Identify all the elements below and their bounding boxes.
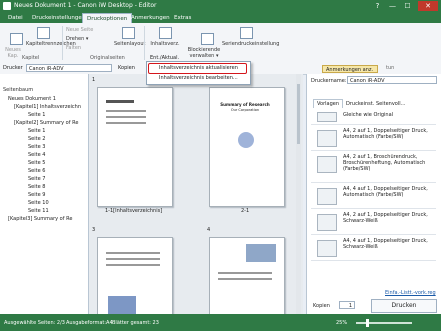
duplex-icon <box>317 240 337 257</box>
rotate-button[interactable]: Drehen ▾ <box>66 36 88 42</box>
settings-list-item[interactable]: A4, 2 auf 1, Doppelseitiger Druck, Schwa… <box>311 210 436 235</box>
ribbon-separator <box>62 26 63 60</box>
group-label-original: Originalseiten <box>90 55 125 61</box>
maximize-button[interactable]: ☐ <box>401 1 414 11</box>
toc-icon <box>158 27 172 39</box>
copies-input[interactable]: 1 <box>339 301 355 309</box>
settings-list-item[interactable]: Gleiche wie Original <box>311 110 436 125</box>
zoom-slider-handle[interactable] <box>366 319 369 327</box>
tree-page[interactable]: Seite 5 <box>28 160 45 166</box>
group-label-kapitel: Kapitel <box>22 55 40 61</box>
tree-chapter[interactable]: [Kapitel1] Inhaltsverzeichn <box>14 104 81 110</box>
fold-button[interactable]: Falten <box>66 45 81 51</box>
page-thumbnail[interactable]: Summary of Research Our Corporation <box>209 87 285 207</box>
page-label: 1-1[Inhaltsverzeichnis] <box>105 208 163 214</box>
printer-label: Drucker <box>3 65 23 71</box>
page-number: 4 <box>207 227 211 233</box>
page-layout-icon <box>121 27 135 39</box>
logo-icon <box>238 132 254 148</box>
duplex-icon <box>317 130 337 147</box>
page-layout-button[interactable]: Seitenlayout <box>114 27 145 47</box>
minimize-button[interactable]: — <box>386 1 399 11</box>
total-sheets-status: Blätter gesamt: 23 <box>112 320 159 326</box>
title-bar: Neues Dokument 1 - Canon iW Desktop - Ed… <box>0 0 441 12</box>
tree-page[interactable]: Seite 1 <box>28 128 45 134</box>
settings-pane: Druckername: Canon iR-ADV Vorlagen Druck… <box>306 74 441 314</box>
tree-root[interactable]: Neues Dokument 1 <box>8 96 56 102</box>
tree-chapter[interactable]: [Kapitel3] Summary of Re <box>8 216 72 222</box>
help-button[interactable]: ? <box>371 1 384 11</box>
tab-anmerkungen[interactable]: Anmerkungen <box>127 13 174 23</box>
toc-button[interactable]: Inhaltsverz. <box>150 27 180 47</box>
new-page-button[interactable]: Neue Seite <box>66 27 93 33</box>
tree-page[interactable]: Seite 9 <box>28 192 45 198</box>
ribbon-separator <box>144 26 145 60</box>
register-link[interactable]: Einfa.-Listt.-vork.reg <box>385 290 436 296</box>
chapter-separator-button[interactable]: Kapiteltrennzeichen <box>26 27 76 47</box>
tree-page[interactable]: Seite 11 <box>28 208 49 214</box>
toolbar-extra: tun <box>386 65 395 71</box>
tree-page[interactable]: Seite 8 <box>28 184 45 190</box>
page-tree-pane: Seitenbaum Neues Dokument 1 [Kapitel1] I… <box>0 74 89 314</box>
copies-label: Kopien <box>118 65 135 71</box>
tree-page[interactable]: Seite 7 <box>28 176 45 182</box>
ribbon-tabs: Datei Druckeinstellungen Druckoptionen A… <box>0 12 441 24</box>
page-thumbnail[interactable] <box>209 237 285 314</box>
photo-icon <box>246 244 276 262</box>
tree-page[interactable]: Seite 2 <box>28 136 45 142</box>
tree-chapter[interactable]: [Kapitel2] Summary of Re <box>14 120 78 126</box>
tab-datei[interactable]: Datei <box>4 13 27 23</box>
new-chapter-button[interactable]: Neues Kap. <box>4 27 24 65</box>
settings-list-item[interactable]: A4, 2 auf 1, Broschürendruck, Broschüren… <box>311 152 436 183</box>
close-button[interactable]: ✕ <box>418 1 438 11</box>
tree-page[interactable]: Seite 1 <box>28 112 45 118</box>
zoom-slider[interactable] <box>356 319 412 327</box>
tab-druckeinstellungen[interactable]: Druckeinstellungen <box>28 13 89 23</box>
booklet-icon <box>317 156 337 173</box>
page-number: 3 <box>92 227 96 233</box>
merge-print-button[interactable]: Seriendruckeinstellung <box>222 27 279 47</box>
photo-icon <box>108 296 136 314</box>
page-tree-header: Seitenbaum <box>3 87 34 93</box>
chapter-separator-icon <box>36 27 50 39</box>
settings-list-item[interactable]: A4, 4 auf 1, Doppelseitiger Druck, Autom… <box>311 184 436 209</box>
tab-templates[interactable]: Vorlagen <box>313 99 344 108</box>
printer-name-select[interactable]: Canon iR-ADV <box>347 76 437 84</box>
blocking-manage-button[interactable]: Blockierende verwalten ▾ <box>187 27 221 65</box>
duplex-icon <box>317 214 337 231</box>
merge-print-icon <box>239 27 253 39</box>
settings-list-item[interactable]: A4, 4 auf 1, Doppelseitiger Druck, Schwa… <box>311 236 436 261</box>
ribbon: Neues Kap. Kapiteltrennzeichen Kapitel N… <box>0 23 441 64</box>
tab-page-layout[interactable]: Seitenvoll... <box>373 100 408 108</box>
tree-page[interactable]: Seite 10 <box>28 200 49 206</box>
printer-select[interactable]: Canon iR-ADV <box>26 64 112 72</box>
zoom-level: 25% <box>336 320 348 326</box>
page-label: 2-1 <box>241 208 250 214</box>
page-number: 1 <box>92 77 96 83</box>
tab-extras[interactable]: Extras <box>170 13 195 23</box>
show-annotations-button[interactable]: Anmerkungen anz. <box>322 65 378 73</box>
duplex-icon <box>317 188 337 205</box>
tree-page[interactable]: Seite 6 <box>28 168 45 174</box>
app-icon <box>3 2 11 10</box>
page-thumbnail[interactable] <box>97 87 173 207</box>
tree-page[interactable]: Seite 4 <box>28 152 45 158</box>
blocking-icon <box>200 33 214 45</box>
new-chapter-icon <box>10 33 24 45</box>
page-view: 1 1-1[Inhaltsverzeichnis] Summary of Res… <box>89 74 303 314</box>
window-title: Neues Dokument 1 - Canon iW Desktop - Ed… <box>14 2 157 9</box>
settings-list-item[interactable]: A4, 2 auf 1, Doppelseitiger Druck, Autom… <box>311 126 436 151</box>
copies-label: Kopien <box>313 303 330 309</box>
tree-page[interactable]: Seite 3 <box>28 144 45 150</box>
printer-name-label: Druckername: <box>311 78 347 84</box>
page-view-scrollbar[interactable] <box>296 74 301 314</box>
status-bar: Ausgewählte Seiten: 2/3 Ausgabeformat:A4… <box>0 314 441 331</box>
document-icon <box>317 112 337 122</box>
page-thumbnail[interactable] <box>97 237 173 314</box>
menu-item-edit-toc[interactable]: Inhaltsverzeichnis bearbeiten... <box>149 74 247 83</box>
output-format-status: Ausgabeformat:A4 <box>66 320 113 326</box>
highlight-frame <box>148 63 247 74</box>
selected-pages-status: Ausgewählte Seiten: 2/3 <box>4 320 65 326</box>
print-button[interactable]: Drucken <box>371 299 437 313</box>
